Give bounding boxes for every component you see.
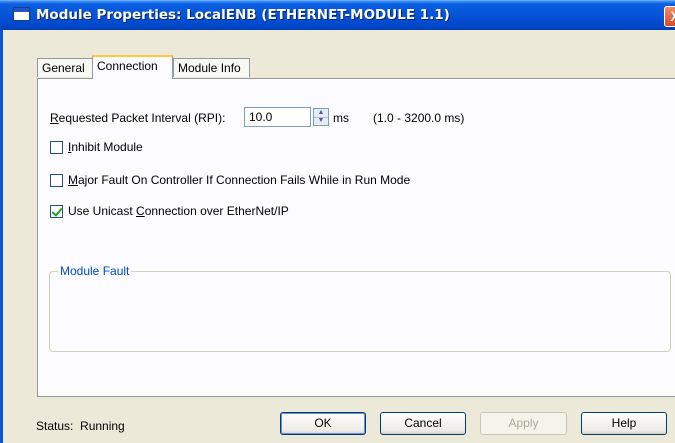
- spin-down-icon[interactable]: ▼: [314, 117, 328, 125]
- tab-module-info[interactable]: Module Info: [173, 58, 250, 77]
- window-icon: [13, 7, 30, 21]
- unicast-accel: C: [136, 204, 145, 218]
- ok-button[interactable]: OK: [280, 412, 366, 435]
- tab-general[interactable]: General: [37, 58, 93, 77]
- module-fault-label: Module Fault: [58, 264, 132, 278]
- unicast-text-pre: Use Unicast: [68, 204, 137, 218]
- unicast-label[interactable]: Use Unicast Connection over EtherNet/IP: [68, 204, 289, 218]
- status-label: Status:: [36, 419, 74, 433]
- status-text: Status: Running: [36, 419, 125, 433]
- window-frame: [0, 30, 3, 443]
- apply-button[interactable]: Apply: [480, 412, 567, 435]
- inhibit-module-label[interactable]: Inhibit Module: [68, 140, 143, 154]
- cancel-button[interactable]: Cancel: [380, 412, 466, 435]
- tab-connection-label: Connection: [97, 59, 158, 73]
- unicast-checkbox[interactable]: [50, 205, 63, 218]
- close-icon: X: [670, 8, 675, 24]
- rpi-spinner[interactable]: ▲ ▼: [313, 108, 329, 126]
- rpi-unit: ms: [333, 111, 349, 125]
- help-button[interactable]: Help: [581, 412, 667, 435]
- status-value: Running: [80, 419, 125, 433]
- tab-connection[interactable]: Connection: [92, 55, 173, 79]
- major-fault-checkbox[interactable]: [50, 174, 63, 187]
- close-button[interactable]: X: [664, 6, 675, 27]
- inhibit-text: nhibit Module: [71, 140, 143, 154]
- rpi-label-text: equested Packet Interval (RPI):: [58, 111, 226, 125]
- unicast-text: onnection over EtherNet/IP: [144, 204, 289, 218]
- major-fault-text: ajor Fault On Controller If Connection F…: [78, 173, 411, 187]
- rpi-label-accel: R: [50, 111, 59, 125]
- module-fault-group: [49, 271, 671, 352]
- inhibit-module-checkbox[interactable]: [50, 141, 63, 154]
- major-fault-accel: M: [68, 173, 78, 187]
- major-fault-label[interactable]: Major Fault On Controller If Connection …: [68, 173, 410, 187]
- tab-general-label: General: [42, 61, 85, 75]
- rpi-range: (1.0 - 3200.0 ms): [373, 111, 465, 125]
- rpi-input[interactable]: [244, 107, 311, 127]
- window-title: Module Properties: LocalENB (ETHERNET-MO…: [36, 7, 450, 23]
- rpi-label: Requested Packet Interval (RPI):: [50, 111, 225, 125]
- title-bar[interactable]: Module Properties: LocalENB (ETHERNET-MO…: [0, 0, 675, 30]
- tab-module-info-label: Module Info: [178, 61, 241, 75]
